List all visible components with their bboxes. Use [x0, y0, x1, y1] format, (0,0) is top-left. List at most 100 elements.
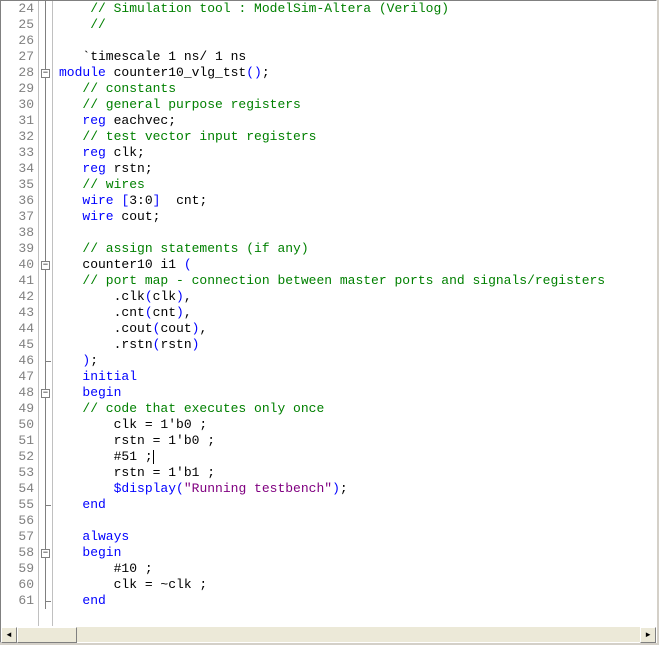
token: wire — [82, 209, 113, 224]
code-area[interactable]: // Simulation tool : ModelSim-Altera (Ve… — [53, 1, 656, 626]
token: eachvec; — [106, 113, 176, 128]
line-number: 46 — [1, 353, 34, 369]
line-number: 45 — [1, 337, 34, 353]
fold-cell — [39, 305, 52, 321]
fold-cell[interactable]: − — [39, 257, 52, 273]
fold-toggle-icon[interactable]: − — [41, 69, 50, 78]
code-line[interactable]: // code that executes only once — [59, 401, 656, 417]
token — [59, 385, 82, 400]
code-line[interactable]: // port map - connection between master … — [59, 273, 656, 289]
code-line[interactable]: end — [59, 593, 656, 609]
code-line[interactable]: wire cout; — [59, 209, 656, 225]
fold-cell — [39, 17, 52, 33]
fold-cell[interactable]: − — [39, 385, 52, 401]
code-line[interactable]: // test vector input registers — [59, 129, 656, 145]
token — [59, 177, 82, 192]
token: `timescale 1 ns/ 1 ns — [82, 49, 246, 64]
fold-cell — [39, 417, 52, 433]
code-line[interactable]: counter10 i1 ( — [59, 257, 656, 273]
token — [59, 593, 82, 608]
token: wire — [82, 193, 113, 208]
token: // port map - connection between master … — [82, 273, 605, 288]
token: always — [82, 529, 129, 544]
fold-cell — [39, 97, 52, 113]
token: cout; — [114, 209, 161, 224]
token — [59, 129, 82, 144]
code-line[interactable] — [59, 225, 656, 241]
fold-gutter[interactable]: − − − − — [39, 1, 53, 626]
code-line[interactable]: reg clk; — [59, 145, 656, 161]
token: reg — [82, 161, 105, 176]
token: "Running testbench" — [184, 481, 332, 496]
code-line[interactable]: #51 ; — [59, 449, 656, 465]
fold-cell — [39, 353, 52, 369]
code-line[interactable]: wire [3:0] cnt; — [59, 193, 656, 209]
code-line[interactable]: $display("Running testbench"); — [59, 481, 656, 497]
code-line[interactable]: .cout(cout), — [59, 321, 656, 337]
fold-toggle-icon[interactable]: − — [41, 389, 50, 398]
fold-cell — [39, 225, 52, 241]
line-number: 42 — [1, 289, 34, 305]
scrollbar-track[interactable] — [17, 627, 640, 642]
code-line[interactable]: .clk(clk), — [59, 289, 656, 305]
fold-cell — [39, 81, 52, 97]
line-number: 50 — [1, 417, 34, 433]
code-line[interactable]: // general purpose registers — [59, 97, 656, 113]
fold-cell — [39, 113, 52, 129]
fold-cell — [39, 209, 52, 225]
code-line[interactable]: // Simulation tool : ModelSim-Altera (Ve… — [59, 1, 656, 17]
code-line[interactable]: end — [59, 497, 656, 513]
line-number: 49 — [1, 401, 34, 417]
code-line[interactable]: .rstn(rstn) — [59, 337, 656, 353]
token: // Simulation tool : ModelSim-Altera (Ve… — [90, 1, 449, 16]
scrollbar-thumb[interactable] — [17, 627, 77, 643]
token: // general purpose registers — [82, 97, 300, 112]
token — [59, 529, 82, 544]
code-line[interactable]: `timescale 1 ns/ 1 ns — [59, 49, 656, 65]
token: 3:0 — [129, 193, 152, 208]
token: rstn = 1'b1 ; — [59, 465, 215, 480]
code-line[interactable]: ); — [59, 353, 656, 369]
code-line[interactable]: // wires — [59, 177, 656, 193]
code-line[interactable] — [59, 33, 656, 49]
token: // — [90, 17, 106, 32]
code-line[interactable]: #10 ; — [59, 561, 656, 577]
horizontal-scrollbar[interactable]: ◄ ► — [1, 626, 656, 642]
code-line[interactable] — [59, 513, 656, 529]
code-line[interactable]: reg eachvec; — [59, 113, 656, 129]
scroll-right-button[interactable]: ► — [640, 627, 656, 643]
code-line[interactable]: reg rstn; — [59, 161, 656, 177]
code-line[interactable]: rstn = 1'b0 ; — [59, 433, 656, 449]
token: , — [184, 305, 192, 320]
fold-cell — [39, 337, 52, 353]
token — [59, 209, 82, 224]
code-line[interactable]: rstn = 1'b1 ; — [59, 465, 656, 481]
token: rstn — [160, 337, 191, 352]
code-line[interactable]: // — [59, 17, 656, 33]
token: $display — [114, 481, 176, 496]
fold-toggle-icon[interactable]: − — [41, 549, 50, 558]
code-line[interactable]: .cnt(cnt), — [59, 305, 656, 321]
code-line[interactable]: begin — [59, 385, 656, 401]
line-number: 39 — [1, 241, 34, 257]
fold-cell[interactable]: − — [39, 65, 52, 81]
fold-cell[interactable]: − — [39, 545, 52, 561]
code-line[interactable]: clk = ~clk ; — [59, 577, 656, 593]
code-line[interactable]: // assign statements (if any) — [59, 241, 656, 257]
code-line[interactable]: begin — [59, 545, 656, 561]
code-line[interactable]: module counter10_vlg_tst(); — [59, 65, 656, 81]
editor-viewport[interactable]: 2425262728293031323334353637383940414243… — [1, 1, 656, 626]
code-line[interactable]: // constants — [59, 81, 656, 97]
line-number: 52 — [1, 449, 34, 465]
token: rstn; — [106, 161, 153, 176]
line-number: 29 — [1, 81, 34, 97]
line-number: 47 — [1, 369, 34, 385]
code-line[interactable]: initial — [59, 369, 656, 385]
scroll-left-button[interactable]: ◄ — [1, 627, 17, 643]
code-line[interactable]: always — [59, 529, 656, 545]
token: cout — [160, 321, 191, 336]
code-line[interactable]: clk = 1'b0 ; — [59, 417, 656, 433]
fold-toggle-icon[interactable]: − — [41, 261, 50, 270]
token: ) — [192, 337, 200, 352]
line-number: 55 — [1, 497, 34, 513]
